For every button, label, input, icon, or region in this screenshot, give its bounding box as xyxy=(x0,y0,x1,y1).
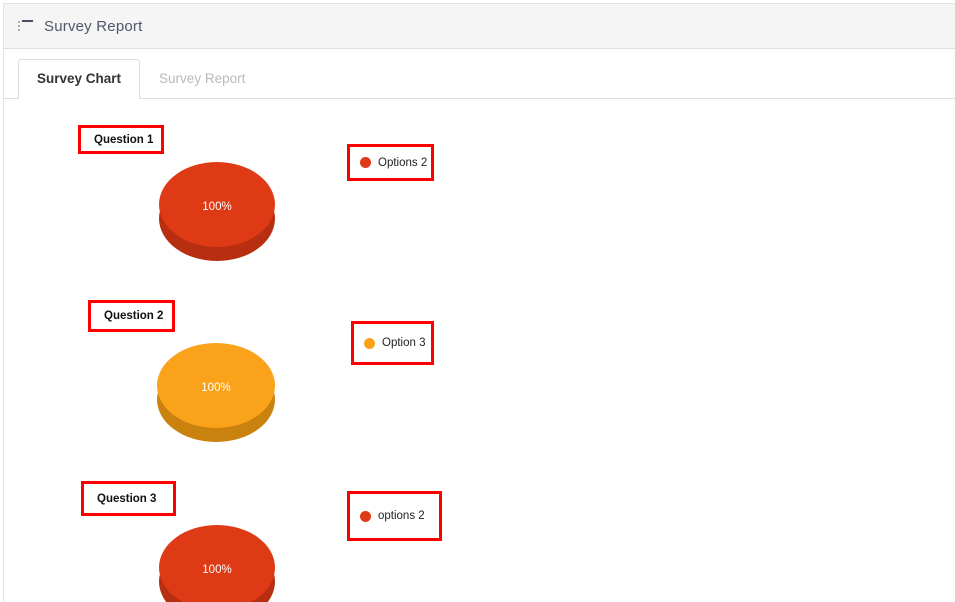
chart-block-question-2: Question 2 100% Option 3 xyxy=(4,280,955,460)
chart-block-question-1: Question 1 100% Options 2 xyxy=(4,100,955,280)
chart-title-question-2: Question 2 xyxy=(104,310,164,322)
pie-slice-value-label: 100% xyxy=(202,563,232,576)
legend-color-swatch xyxy=(360,157,371,168)
tab-bar: Survey Chart Survey Report xyxy=(4,49,955,100)
legend-color-swatch xyxy=(360,510,371,522)
chart-block-question-3: Question 3 100% options 2 xyxy=(4,460,955,602)
annotation-box-question-3-title: Question 3 xyxy=(81,481,176,516)
pie-slice-value-label: 100% xyxy=(201,381,231,394)
pie-chart-question-2[interactable]: 100% xyxy=(157,343,275,442)
tab-list: Survey Chart Survey Report xyxy=(18,59,264,100)
annotation-box-legend-question-2: Option 3 xyxy=(351,321,434,365)
chart-title-question-1: Question 1 xyxy=(94,133,154,146)
legend-label-question-3: options 2 xyxy=(378,510,425,522)
legend-label-question-1: Options 2 xyxy=(378,156,428,169)
legend-color-swatch xyxy=(364,337,375,349)
tab-survey-chart[interactable]: Survey Chart xyxy=(18,59,141,100)
pie-3d-top: 100% xyxy=(159,525,275,602)
list-ul-icon[interactable] xyxy=(18,20,33,32)
annotation-box-legend-question-1: Options 2 xyxy=(347,144,434,181)
annotation-box-question-1-title: Question 1 xyxy=(78,125,164,154)
pie-chart-question-1[interactable]: 100% xyxy=(159,162,275,261)
annotation-box-question-2-title: Question 2 xyxy=(88,300,175,332)
chart-title-question-3: Question 3 xyxy=(97,492,157,505)
tab-survey-report[interactable]: Survey Report xyxy=(140,59,264,99)
page-title: Survey Report xyxy=(44,17,143,35)
app-frame: Survey Report Survey Chart Survey Report… xyxy=(3,3,955,602)
pie-3d-top: 100% xyxy=(159,162,275,247)
pie-chart-question-3[interactable]: 100% xyxy=(159,525,275,602)
chart-area: Question 1 100% Options 2 Question 2 100… xyxy=(4,100,955,602)
page-header: Survey Report xyxy=(4,4,955,49)
pie-3d-top: 100% xyxy=(157,343,275,428)
legend-label-question-2: Option 3 xyxy=(382,337,426,349)
pie-slice-value-label: 100% xyxy=(202,200,232,213)
annotation-box-legend-question-3: options 2 xyxy=(347,491,442,541)
